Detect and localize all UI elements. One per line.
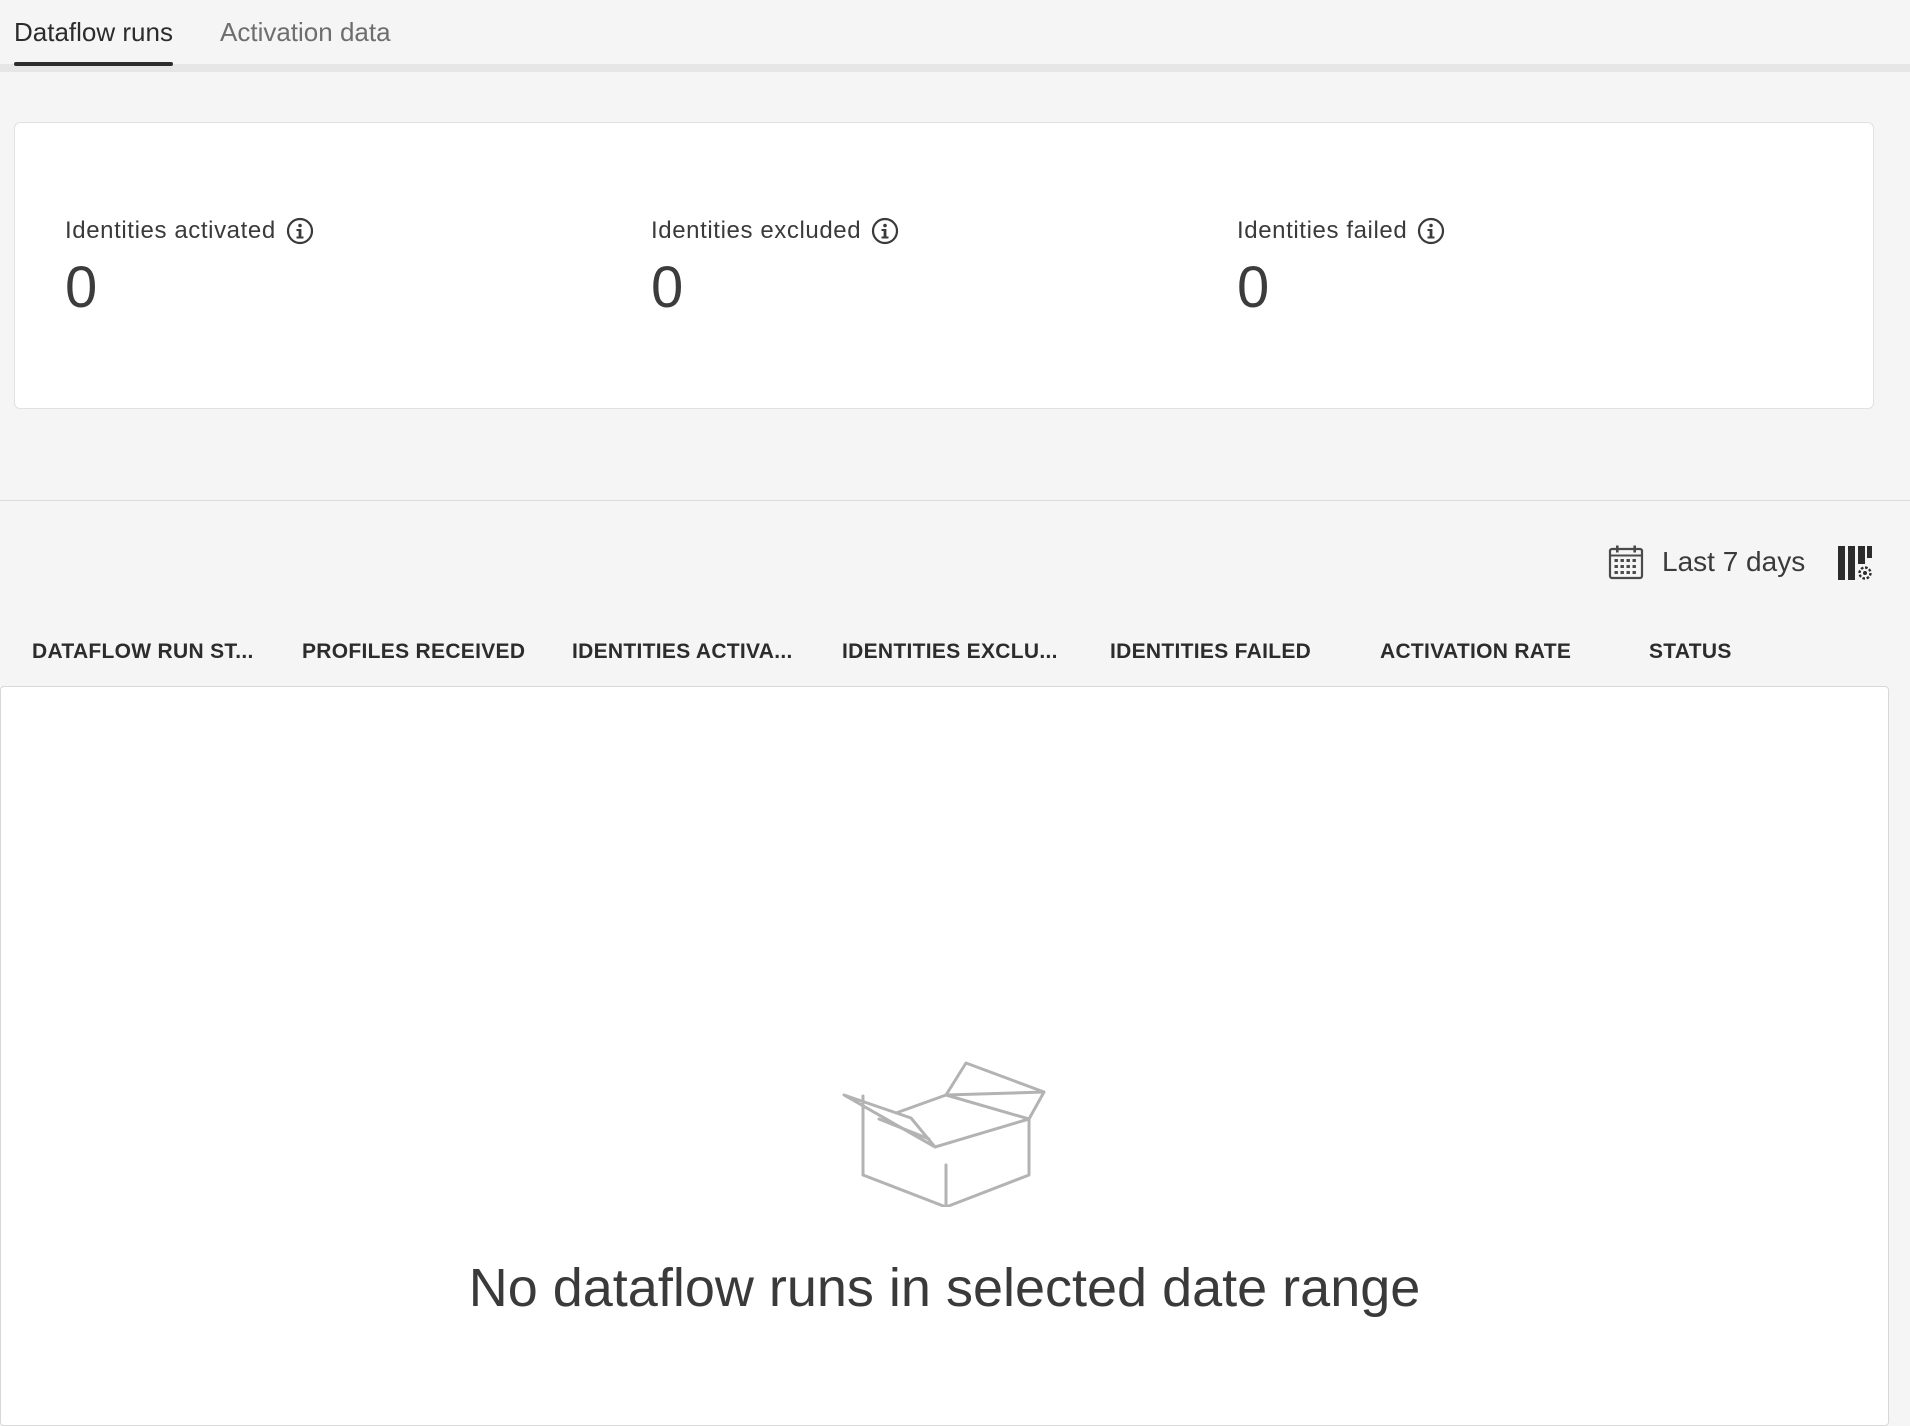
metric-value: 0 [65, 255, 98, 320]
active-tab-indicator [14, 62, 173, 66]
column-settings-button[interactable] [1836, 544, 1874, 582]
column-header-profiles-received[interactable]: PROFILES RECEIVED [302, 640, 525, 664]
info-icon[interactable] [871, 217, 899, 245]
tab-bar: Dataflow runs Activation data [0, 0, 1910, 72]
metric-label: Identities activated [65, 217, 276, 244]
metric-identities-failed: Identities failed 0 [1237, 215, 1445, 323]
column-header-identities-activated[interactable]: IDENTITIES ACTIVA... [572, 640, 793, 664]
date-range-picker[interactable]: Last 7 days [1608, 542, 1805, 582]
column-header-identities-excluded[interactable]: IDENTITIES EXCLU... [842, 640, 1058, 664]
metric-label: Identities failed [1237, 217, 1408, 244]
info-icon[interactable] [286, 217, 314, 245]
metric-label: Identities excluded [651, 217, 862, 244]
column-header-activation-rate[interactable]: ACTIVATION RATE [1380, 640, 1571, 664]
date-range-label: Last 7 days [1662, 546, 1806, 577]
column-header-dataflow-run-start[interactable]: DATAFLOW RUN ST... [32, 640, 254, 664]
metric-identities-activated: Identities activated 0 [65, 215, 314, 323]
column-header-identities-failed[interactable]: IDENTITIES FAILED [1110, 640, 1311, 664]
section-divider [0, 500, 1910, 501]
calendar-icon [1608, 544, 1644, 580]
empty-state-message: No dataflow runs in selected date range [468, 1258, 1421, 1318]
tab-activation-data[interactable]: Activation data [220, 14, 391, 66]
column-header-status[interactable]: STATUS [1649, 640, 1732, 664]
metrics-summary-card: Identities activated 0 Identities exclud… [14, 122, 1874, 409]
tab-dataflow-runs[interactable]: Dataflow runs [14, 14, 173, 66]
info-icon[interactable] [1417, 217, 1445, 245]
table-body: No dataflow runs in selected date range [0, 686, 1889, 1426]
empty-box-icon [842, 1061, 1046, 1207]
table-header: DATAFLOW RUN ST... PROFILES RECEIVED IDE… [0, 630, 1910, 686]
tab-dataflow-runs-label: Dataflow runs [14, 17, 173, 47]
metric-value: 0 [1237, 255, 1270, 320]
metric-identities-excluded: Identities excluded 0 [651, 215, 899, 323]
metric-value: 0 [651, 255, 684, 320]
tab-activation-data-label: Activation data [220, 17, 391, 47]
column-settings-icon [1838, 546, 1874, 582]
